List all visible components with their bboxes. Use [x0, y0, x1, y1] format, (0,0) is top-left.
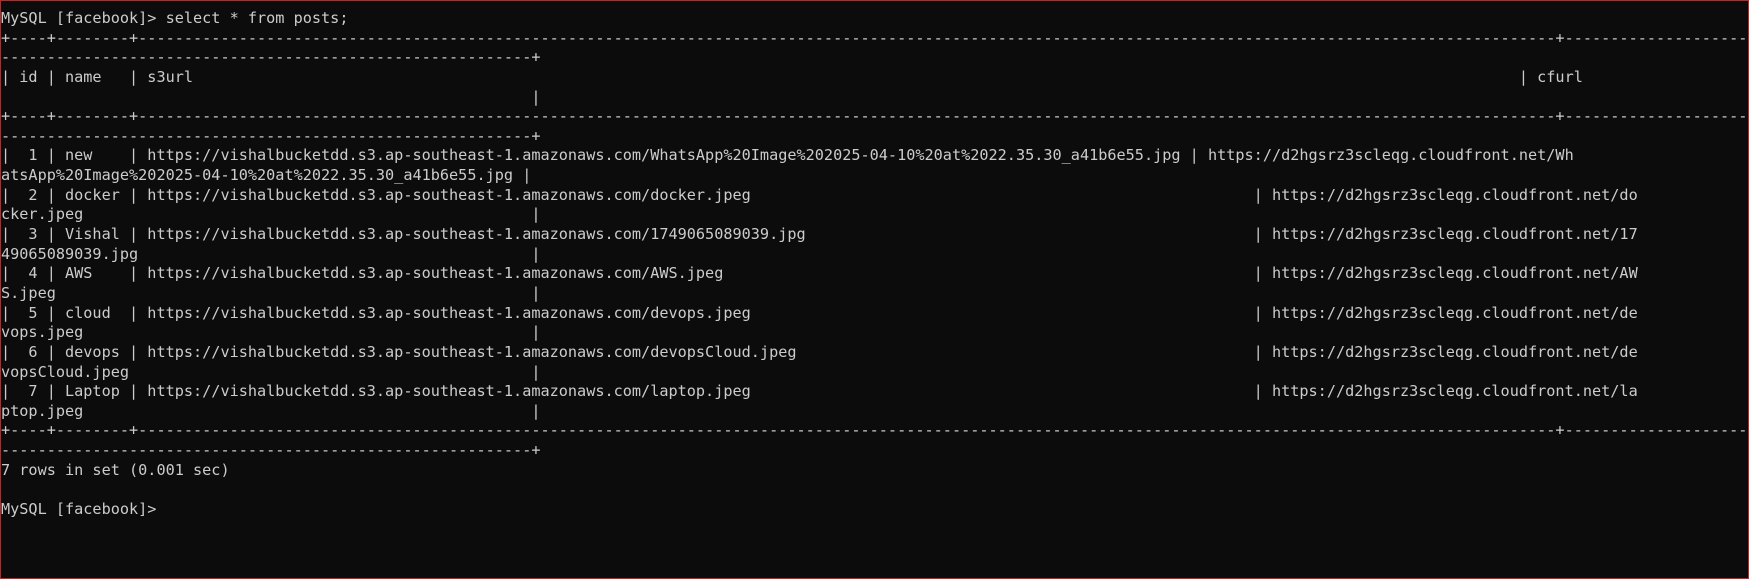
table-header-separator-wrap: ----------------------------------------… — [1, 126, 541, 145]
table-row: | 1 | new | https://vishalbucketdd.s3.ap… — [1, 146, 1574, 165]
table-row: | 3 | Vishal | https://vishalbucketdd.s3… — [1, 225, 1638, 244]
terminal-window[interactable]: MySQL [facebook]> select * from posts; +-… — [0, 0, 1749, 579]
result-summary: 7 rows in set (0.001 sec) — [1, 460, 230, 479]
table-row: | 6 | devops | https://vishalbucketdd.s3… — [1, 342, 1638, 361]
table-header-row-wrap: | — [1, 87, 541, 106]
table-row: | 2 | docker | https://vishalbucketdd.s3… — [1, 185, 1638, 204]
table-border-top: +----+--------+-------------------------… — [1, 28, 1748, 47]
table-row-wrap: S.jpeg | — [1, 283, 541, 302]
table-row-wrap: vops.jpeg | — [1, 323, 541, 342]
mysql-prompt[interactable]: MySQL [facebook]> — [1, 500, 1748, 520]
table-row: | 5 | cloud | https://vishalbucketdd.s3.… — [1, 303, 1638, 322]
table-row-wrap: ptop.jpeg | — [1, 401, 541, 420]
table-row: | 7 | Laptop | https://vishalbucketdd.s3… — [1, 382, 1638, 401]
table-row-wrap: vopsCloud.jpeg | — [1, 362, 541, 381]
table-header-row: | id | name | s3url | cfurl — [1, 67, 1583, 86]
table-header-separator: +----+--------+-------------------------… — [1, 107, 1748, 126]
table-row: | 4 | AWS | https://vishalbucketdd.s3.ap… — [1, 264, 1638, 283]
command-line: MySQL [facebook]> select * from posts; — [1, 9, 349, 27]
terminal-output: MySQL [facebook]> select * from posts; +-… — [1, 9, 1748, 520]
table-row-wrap: atsApp%20Image%202025-04-10%20at%2022.35… — [1, 166, 532, 185]
table-border-top-wrap: ----------------------------------------… — [1, 48, 541, 67]
table-row-wrap: 49065089039.jpg | — [1, 244, 541, 263]
table-row-wrap: cker.jpeg | — [1, 205, 541, 224]
table-border-bottom-wrap: ----------------------------------------… — [1, 441, 541, 460]
table-border-bottom: +----+--------+-------------------------… — [1, 421, 1748, 440]
